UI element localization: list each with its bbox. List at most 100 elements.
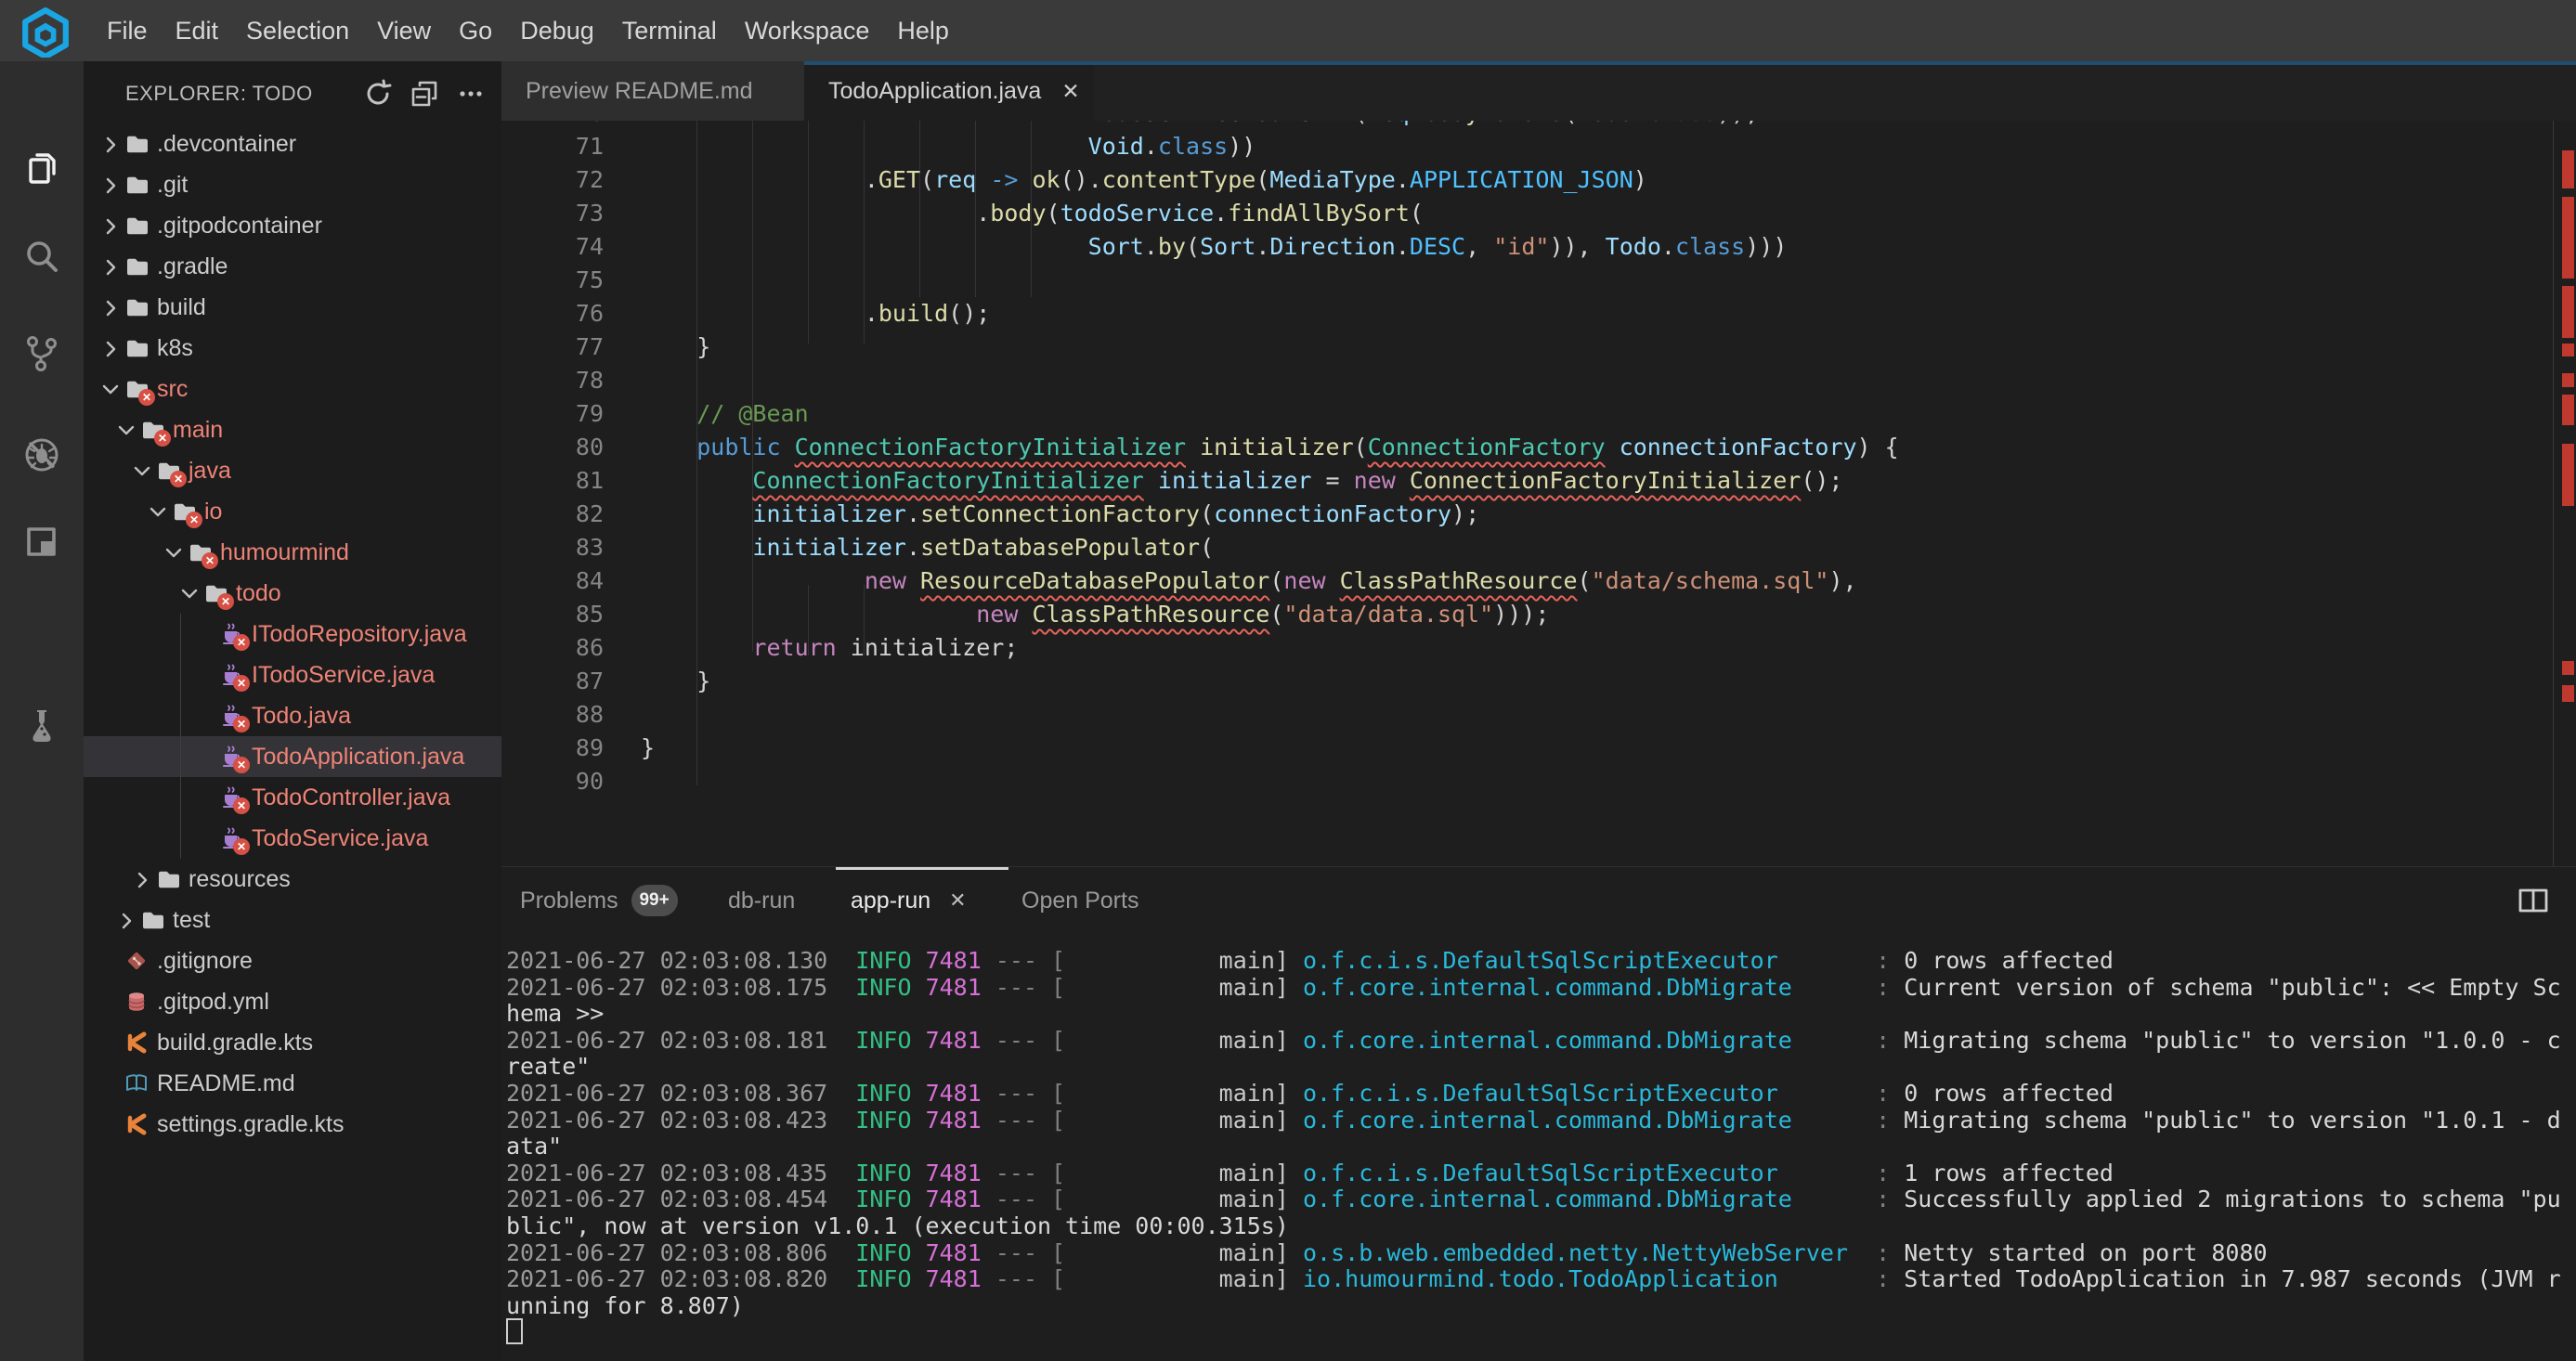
menu-workspace[interactable]: Workspace [731, 0, 884, 61]
error-badge: ✕ [233, 634, 250, 651]
tree-item-.devcontainer[interactable]: .devcontainer [84, 123, 501, 164]
line-number: 80 [501, 431, 641, 464]
menu-view[interactable]: View [363, 0, 445, 61]
close-tab-icon[interactable]: ✕ [949, 888, 966, 913]
line-number: 71 [501, 130, 641, 163]
line-number: 75 [501, 264, 641, 297]
tree-item-todo[interactable]: ✕ todo [84, 573, 501, 614]
source-control-icon[interactable] [21, 333, 62, 374]
java-icon: ✕ [219, 704, 243, 728]
tree-item-todoapplication.java[interactable]: ✕ TodoApplication.java [84, 736, 501, 777]
tree-item-src[interactable]: ✕ src [84, 369, 501, 409]
tree-item-.gitpodcontainer[interactable]: .gitpodcontainer [84, 205, 501, 246]
tree-item-label: Todo.java [252, 703, 351, 730]
code-line-77: 77 } [501, 331, 2544, 364]
split-panel-icon[interactable] [2517, 884, 2550, 917]
tree-item-.gitignore[interactable]: .gitignore [84, 940, 501, 981]
tree-item-main[interactable]: ✕ main [84, 409, 501, 450]
gitpod-logo-icon[interactable] [20, 7, 71, 58]
java-icon: ✕ [219, 785, 243, 810]
chevron-down-icon [116, 419, 140, 441]
tree-item-itodorepository.java[interactable]: ✕ ITodoRepository.java [84, 614, 501, 655]
menu-terminal[interactable]: Terminal [608, 0, 731, 61]
more-icon[interactable] [455, 78, 487, 110]
explorer-title: EXPLORER: TODO [84, 82, 362, 106]
chevron-down-icon [148, 500, 172, 523]
code-line-86: 86 return initializer; [501, 631, 2544, 665]
code-line-90: 90 [501, 765, 2544, 798]
tree-item-label: README.md [157, 1070, 295, 1097]
code-editor[interactable]: 70 todoService.saveAll(req.bodyToMono(To… [501, 121, 2576, 866]
tree-item-.git[interactable]: .git [84, 164, 501, 205]
folder-icon [124, 214, 149, 238]
menu-file[interactable]: File [93, 0, 162, 61]
code-line-75: 75 [501, 264, 2544, 297]
tree-item-.gradle[interactable]: .gradle [84, 246, 501, 287]
close-tab-icon[interactable]: ✕ [1061, 79, 1079, 104]
refresh-icon[interactable] [362, 78, 394, 110]
code-line-83: 83 initializer.setDatabasePopulator( [501, 531, 2544, 564]
debug-disabled-icon[interactable] [21, 434, 62, 475]
panel-tab-open-ports[interactable]: Open Ports [1021, 867, 1138, 934]
terminal-output[interactable]: 2021-06-27 02:03:08.130 INFO 7481 --- [ … [506, 948, 2564, 1346]
tree-item-label: todo [236, 580, 281, 607]
tree-item-readme.md[interactable]: README.md [84, 1063, 501, 1104]
menu-debug[interactable]: Debug [506, 0, 608, 61]
code-line-81: 81 ConnectionFactoryInitializer initiali… [501, 464, 2544, 498]
tree-item-.gitpod.yml[interactable]: .gitpod.yml [84, 981, 501, 1022]
folder-icon [124, 173, 149, 197]
line-number: 79 [501, 397, 641, 431]
tree-item-humourmind[interactable]: ✕ humourmind [84, 532, 501, 573]
tree-item-resources[interactable]: resources [84, 859, 501, 900]
code-line-72: 72 .GET(req -> ok().contentType(MediaTyp… [501, 163, 2544, 197]
menu-go[interactable]: Go [445, 0, 506, 61]
tree-item-itodoservice.java[interactable]: ✕ ITodoService.java [84, 655, 501, 695]
error-badge: ✕ [233, 757, 250, 773]
error-badge: ✕ [217, 593, 234, 610]
terminal-log-line: 2021-06-27 02:03:08.367 INFO 7481 --- [ … [506, 1081, 2564, 1108]
panel-tab-app-run[interactable]: app-run✕ [851, 867, 967, 934]
menu-bar: FileEditSelectionViewGoDebugTerminalWork… [0, 0, 2576, 61]
tree-item-settings.gradle.kts[interactable]: settings.gradle.kts [84, 1104, 501, 1145]
error-badge: ✕ [138, 389, 155, 406]
tree-item-label: TodoService.java [252, 825, 428, 852]
editor-tab-0[interactable]: Preview README.md [501, 61, 804, 121]
overview-ruler[interactable] [2553, 121, 2576, 866]
java-icon: ✕ [219, 745, 243, 769]
collapse-all-icon[interactable] [409, 78, 440, 110]
tab-label: Problems [520, 888, 618, 914]
tree-item-todoservice.java[interactable]: ✕ TodoService.java [84, 818, 501, 859]
test-flask-icon[interactable] [21, 706, 62, 746]
tree-item-todocontroller.java[interactable]: ✕ TodoController.java [84, 777, 501, 818]
search-icon[interactable] [21, 238, 62, 279]
error-badge: ✕ [233, 716, 250, 732]
tree-item-build[interactable]: build [84, 287, 501, 328]
line-number: 78 [501, 364, 641, 397]
panel-tab-db-run[interactable]: db-run [728, 867, 795, 934]
chevron-right-icon [100, 255, 124, 278]
code-line-88: 88 [501, 698, 2544, 732]
files-icon[interactable] [21, 148, 62, 188]
tree-item-todo.java[interactable]: ✕ Todo.java [84, 695, 501, 736]
chevron-right-icon [100, 337, 124, 359]
menu-edit[interactable]: Edit [162, 0, 233, 61]
menu-help[interactable]: Help [883, 0, 963, 61]
folder-icon: ✕ [188, 540, 212, 564]
code-line-76: 76 .build(); [501, 297, 2544, 331]
plugins-icon[interactable] [21, 522, 62, 563]
tree-item-build.gradle.kts[interactable]: build.gradle.kts [84, 1022, 501, 1063]
menu-selection[interactable]: Selection [232, 0, 363, 61]
tree-item-k8s[interactable]: k8s [84, 328, 501, 369]
error-badge: ✕ [170, 471, 187, 487]
editor-tab-1[interactable]: TodoApplication.java✕ [804, 61, 1094, 121]
panel-tab-problems[interactable]: Problems99+ [520, 867, 678, 934]
error-badge: ✕ [186, 512, 202, 528]
tree-item-java[interactable]: ✕ java [84, 450, 501, 491]
tree-item-label: resources [189, 866, 291, 893]
line-number: 85 [501, 598, 641, 631]
tree-item-label: .git [157, 172, 188, 199]
tree-item-label: ITodoRepository.java [252, 621, 467, 648]
kotlin-icon [124, 1030, 149, 1055]
tree-item-io[interactable]: ✕ io [84, 491, 501, 532]
tree-item-test[interactable]: test [84, 900, 501, 940]
